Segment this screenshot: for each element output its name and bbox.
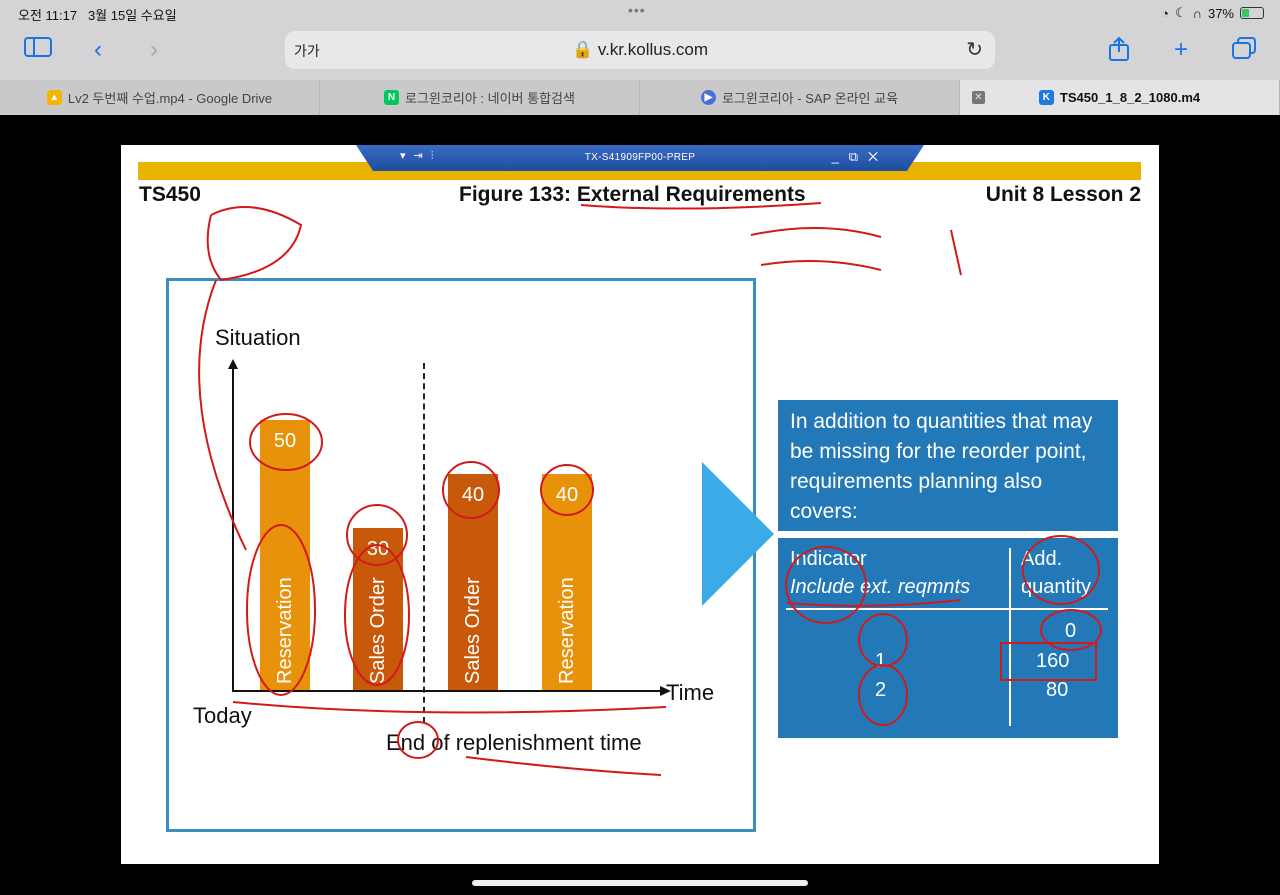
battery-icon bbox=[1240, 7, 1264, 19]
tab-label: TS450_1_8_2_1080.m4 bbox=[1059, 90, 1201, 105]
battery-percent: 37% bbox=[1207, 5, 1234, 21]
new-tab-icon[interactable]: + bbox=[1165, 36, 1197, 64]
handwritten-annotations bbox=[198, 202, 1102, 776]
back-icon[interactable]: ‹ bbox=[82, 36, 114, 64]
home-indicator[interactable] bbox=[472, 880, 808, 886]
tab-bar: ▲ Lv2 두번째 수업.mp4 - Google Drive N 로그윈코리아… bbox=[0, 80, 1280, 115]
tab-google-drive[interactable]: ▲ Lv2 두번째 수업.mp4 - Google Drive bbox=[0, 80, 320, 115]
tab-overview-icon[interactable] bbox=[1228, 36, 1260, 64]
kollus-icon: K bbox=[1038, 90, 1054, 105]
play-icon: ▶ bbox=[700, 90, 716, 105]
tab-kollus-video[interactable]: ✕ K TS450_1_8_2_1080.m4 bbox=[960, 80, 1280, 115]
wifi-icon: ◔ bbox=[1161, 5, 1169, 21]
share-icon[interactable] bbox=[1103, 36, 1135, 64]
tab-label: Lv2 두번째 수업.mp4 - Google Drive bbox=[67, 91, 273, 106]
status-bar: 오전 11:17 3월 15일 수요일 ••• ◔ ☾ ∩ 37% bbox=[0, 0, 1280, 26]
address-bar[interactable]: 가가 🔒 v.kr.kollus.com ↻ bbox=[285, 31, 995, 69]
status-right: ◔ ☾ ∩ 37% bbox=[1161, 5, 1264, 21]
battery-fill bbox=[1242, 9, 1250, 17]
forward-icon[interactable]: › bbox=[138, 36, 170, 64]
tab-sap-education[interactable]: ▶ 로그윈코리아 - SAP 온라인 교육 bbox=[640, 80, 960, 115]
browser-toolbar: ‹ › 가가 🔒 v.kr.kollus.com ↻ + bbox=[0, 26, 1280, 80]
tab-label: 로그윈코리아 - SAP 온라인 교육 bbox=[721, 91, 899, 106]
reload-icon[interactable]: ↻ bbox=[966, 37, 983, 62]
url-text[interactable]: 🔒 v.kr.kollus.com bbox=[285, 40, 995, 60]
status-time: 오전 11:17 3월 15일 수요일 bbox=[18, 8, 177, 23]
video-slide[interactable]: ▾⇥⫶ TX-S41909FP00-PREP _⧉✕ TS450 Figure … bbox=[121, 145, 1159, 864]
moon-icon: ☾ bbox=[1174, 5, 1187, 20]
sidebar-icon[interactable] bbox=[22, 36, 54, 64]
tab-naver[interactable]: N 로그윈코리아 : 네이버 통합검색 bbox=[320, 80, 640, 115]
tab-label: 로그윈코리아 : 네이버 통합검색 bbox=[405, 91, 575, 106]
headphones-icon: ∩ bbox=[1192, 5, 1202, 21]
multitasking-dots-icon[interactable]: ••• bbox=[628, 2, 646, 18]
google-drive-icon: ▲ bbox=[46, 90, 62, 105]
close-tab-icon[interactable]: ✕ bbox=[972, 91, 985, 104]
naver-icon: N bbox=[384, 90, 400, 105]
